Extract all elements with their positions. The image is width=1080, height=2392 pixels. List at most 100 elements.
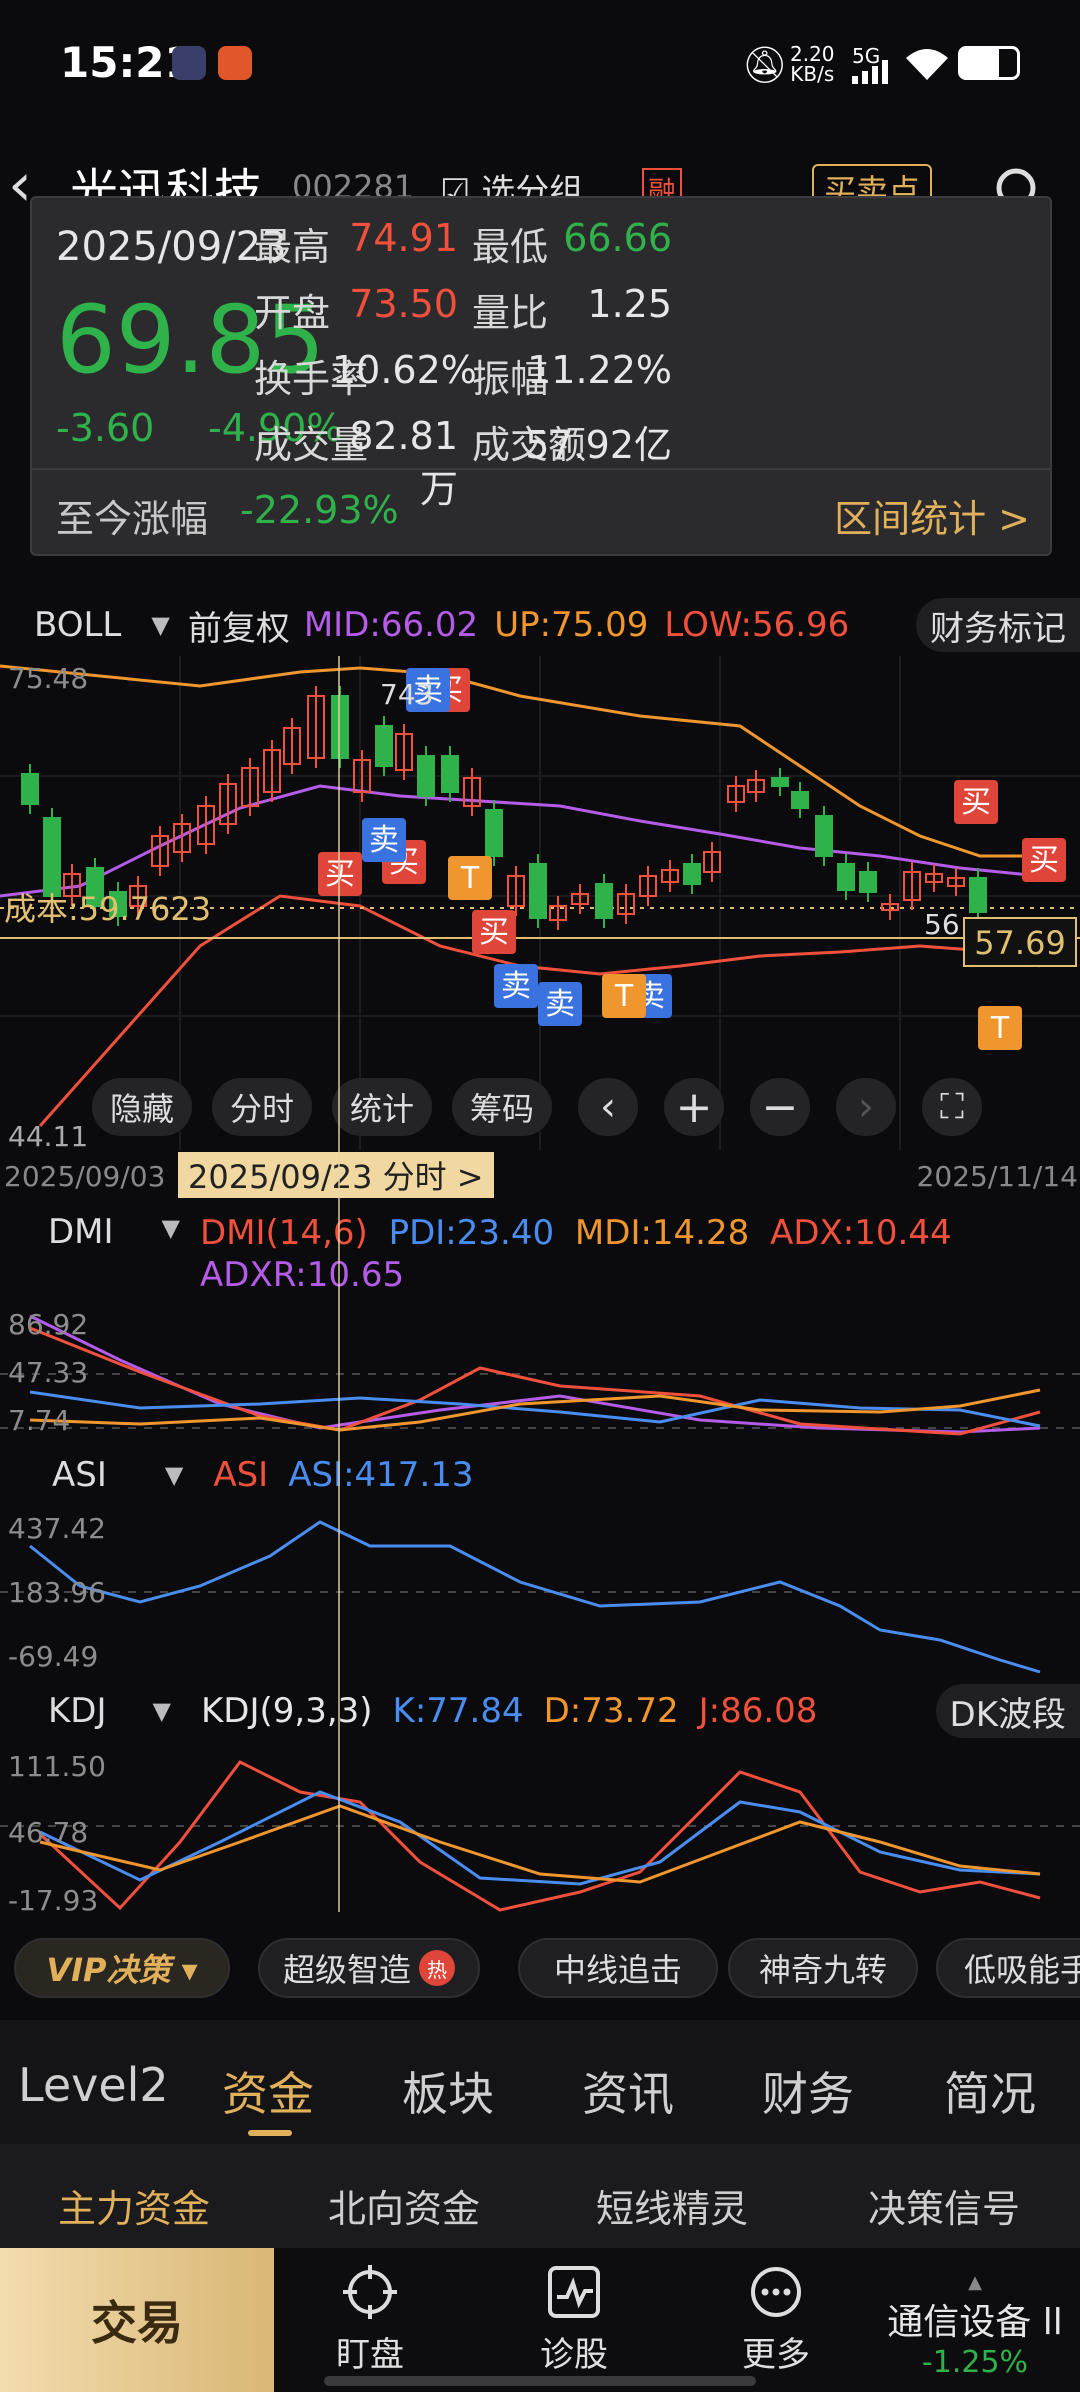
dk-band-button[interactable]: DK波段 bbox=[935, 1684, 1080, 1738]
stat-value: 57.92亿 bbox=[525, 423, 672, 467]
vip-decision-button[interactable]: VIP决策 ▾ bbox=[14, 1938, 230, 1998]
asi-line bbox=[29, 1520, 1041, 1674]
hide-button[interactable]: 隐藏 bbox=[92, 1078, 192, 1136]
candle bbox=[859, 871, 877, 893]
candle bbox=[595, 883, 613, 919]
chevron-down-icon[interactable]: ▼ bbox=[162, 1214, 180, 1242]
since-label: 至今涨幅 bbox=[56, 497, 209, 541]
next-icon[interactable]: › bbox=[836, 1078, 896, 1136]
boll-indicator-bar: BOLL ▼ 前复权 MID:66.02 UP:75.09 LOW:56.96 … bbox=[0, 594, 1080, 656]
stats-button[interactable]: 统计 bbox=[332, 1078, 432, 1136]
kdj-y1: 111.50 bbox=[8, 1750, 106, 1783]
strategy-chip[interactable]: 低吸能手 bbox=[936, 1938, 1080, 1998]
T-signal-text: T bbox=[990, 1011, 1010, 1046]
net-speed: 2.20 KB/s bbox=[790, 42, 835, 86]
chevron-down-icon[interactable]: ▼ bbox=[153, 1697, 171, 1725]
asi-y2: 183.96 bbox=[8, 1576, 106, 1609]
asi-value: ASI:417.13 bbox=[288, 1455, 474, 1495]
home-indicator bbox=[324, 2376, 756, 2386]
watch-button[interactable]: 盯盘 bbox=[300, 2248, 440, 2392]
chevron-down-icon[interactable]: ▼ bbox=[151, 611, 169, 639]
zoom-in-icon[interactable]: + bbox=[664, 1078, 724, 1136]
subtab-north-funds[interactable]: 北向资金 bbox=[328, 2178, 480, 2233]
candlestick-chart[interactable]: 买买买卖卖买卖卖卖买买TTT成本:59.762357.6974356 bbox=[0, 656, 1080, 1150]
battery-icon bbox=[958, 46, 1020, 80]
strategy-chip[interactable]: 神奇九转 bbox=[728, 1938, 918, 1998]
kdj-indicator-bar: KDJ ▼ KDJ(9,3,3) K:77.84 D:73.72 J:86.08… bbox=[0, 1680, 1080, 1742]
hot-badge: 热 bbox=[419, 1950, 455, 1986]
dmi-y2: 47.33 bbox=[8, 1356, 89, 1389]
asi-name[interactable]: ASI bbox=[52, 1455, 107, 1495]
sell-signal-text: 卖 bbox=[545, 987, 575, 1022]
prev-icon[interactable]: ‹ bbox=[578, 1078, 638, 1136]
stat-value: 73.50 bbox=[349, 282, 458, 326]
asi-y1: 437.42 bbox=[8, 1512, 106, 1545]
tab-finance[interactable]: 财务 bbox=[762, 2058, 854, 2124]
tab-sector[interactable]: 板块 bbox=[402, 2058, 494, 2124]
chevron-down-icon[interactable]: ▼ bbox=[165, 1461, 183, 1489]
boll-name[interactable]: BOLL bbox=[34, 605, 121, 645]
signal-icon bbox=[852, 60, 888, 84]
pulse-chart-icon bbox=[548, 2265, 600, 2318]
candle bbox=[837, 863, 855, 891]
dmi-adxr: ADXR:10.65 bbox=[200, 1255, 405, 1295]
kdj-y3: -17.93 bbox=[8, 1884, 99, 1917]
finance-mark-button[interactable]: 财务标记 bbox=[916, 598, 1080, 652]
asi-label: ASI bbox=[213, 1455, 269, 1495]
tab-news[interactable]: 资讯 bbox=[582, 2058, 674, 2124]
kdj-k: K:77.84 bbox=[392, 1691, 524, 1731]
popup-date: 2025/09/23 bbox=[56, 224, 287, 270]
kdj-name[interactable]: KDJ bbox=[48, 1691, 107, 1731]
sell-signal-text: 卖 bbox=[369, 823, 399, 858]
mute-icon: 🔕︎ bbox=[742, 45, 788, 86]
buy-signal-text: 买 bbox=[961, 785, 991, 820]
strategy-chip[interactable]: 中线追击 bbox=[518, 1938, 718, 1998]
adjust-label[interactable]: 前复权 bbox=[188, 601, 290, 650]
candle bbox=[529, 863, 547, 919]
asi-chart[interactable] bbox=[0, 1506, 1080, 1676]
candle bbox=[331, 695, 349, 759]
date-start: 2025/09/03 bbox=[4, 1160, 166, 1193]
dmi-mdi: MDI:14.28 bbox=[574, 1213, 750, 1253]
back-button[interactable]: ‹ bbox=[8, 150, 32, 220]
since-value: -22.93% bbox=[240, 488, 399, 532]
dmi-name[interactable]: DMI bbox=[48, 1212, 114, 1252]
subtab-short-line[interactable]: 短线精灵 bbox=[596, 2178, 748, 2233]
kdj-chart[interactable] bbox=[0, 1742, 1080, 1914]
dmi-y3: 7.74 bbox=[8, 1404, 71, 1437]
strategy-bar: VIP决策 ▾ 超级智造热 中线追击 神奇九转 低吸能手 bbox=[0, 1928, 1080, 2008]
dmi-chart[interactable] bbox=[0, 1300, 1080, 1440]
sell-signal-text: 卖 bbox=[501, 969, 531, 1004]
price-detail-popup: 2025/09/23 69.85 -3.60 -4.90% 最高 74.91 最低 6… bbox=[30, 196, 1052, 556]
trade-button[interactable]: 交易 bbox=[0, 2248, 274, 2392]
low-label: 56 bbox=[924, 908, 960, 941]
sector-ticker[interactable]: ▲ 通信设备 ll -1.25% bbox=[870, 2272, 1080, 2380]
intraday-button[interactable]: 分时 bbox=[212, 1078, 312, 1136]
stat-value: 74.91 bbox=[349, 216, 458, 260]
strategy-chip[interactable]: 超级智造热 bbox=[258, 1938, 480, 1998]
boll-upper-line bbox=[0, 664, 1040, 858]
tab-overview[interactable]: 简况 bbox=[944, 2058, 1036, 2124]
range-stats-link[interactable]: 区间统计 > bbox=[834, 488, 1030, 543]
subtab-main-funds[interactable]: 主力资金 bbox=[58, 2178, 210, 2233]
buy-signal-text: 买 bbox=[325, 857, 355, 892]
fullscreen-icon[interactable]: ⛶ bbox=[922, 1078, 982, 1136]
zoom-out-icon[interactable]: − bbox=[750, 1078, 810, 1136]
tab-level2[interactable]: Level2 bbox=[18, 2058, 169, 2112]
boll-low: LOW:56.96 bbox=[664, 605, 850, 645]
more-button[interactable]: 更多 bbox=[706, 2248, 846, 2392]
candle bbox=[815, 815, 833, 857]
candle bbox=[683, 863, 701, 885]
candle bbox=[417, 755, 435, 797]
subtab-decision-signal[interactable]: 决策信号 bbox=[868, 2178, 1020, 2233]
tab-funds[interactable]: 资金 bbox=[222, 2058, 314, 2124]
crosshair-line bbox=[338, 656, 340, 1912]
stat-label: 开盘 bbox=[254, 291, 331, 335]
dmi-params: DMI(14,6) bbox=[200, 1213, 368, 1253]
adx-line bbox=[29, 1326, 1041, 1436]
diagnose-button[interactable]: 诊股 bbox=[504, 2248, 644, 2392]
asi-y3: -69.49 bbox=[8, 1640, 99, 1673]
date-selected[interactable]: 2025/09/23 分时 > bbox=[178, 1152, 494, 1198]
peak-label: 743 bbox=[380, 678, 433, 711]
chips-button[interactable]: 筹码 bbox=[452, 1078, 552, 1136]
